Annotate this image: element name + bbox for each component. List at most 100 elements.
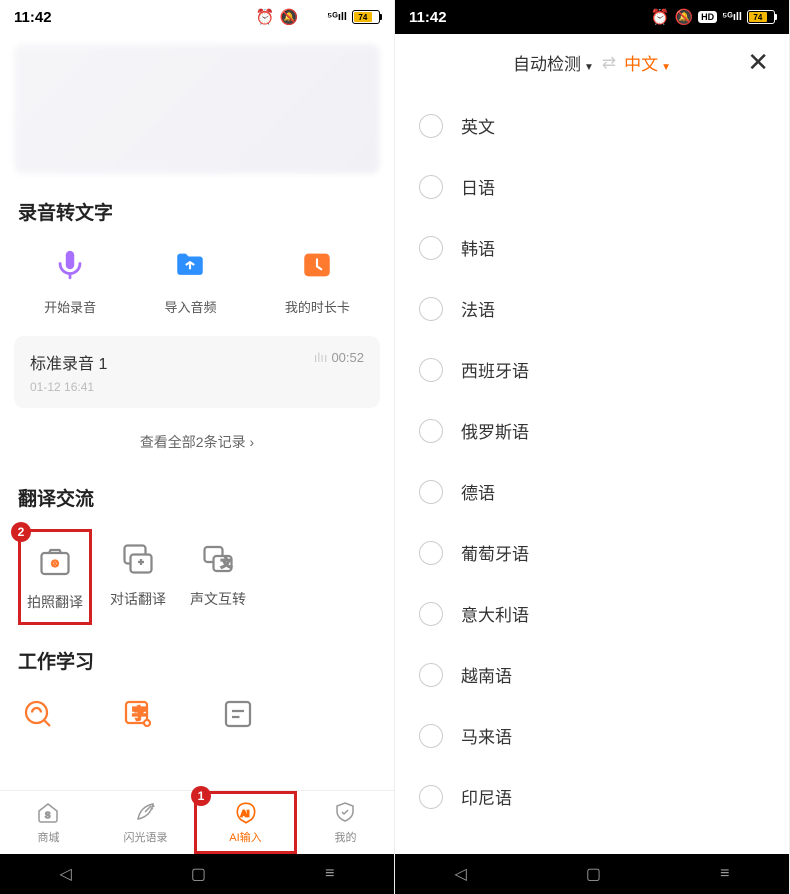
language-option[interactable]: 法语	[395, 278, 789, 339]
tab-mine-label: 我的	[335, 829, 357, 845]
radio-icon	[419, 785, 443, 809]
language-option[interactable]: 俄罗斯语	[395, 400, 789, 461]
start-record-label: 开始录音	[44, 297, 96, 316]
alarm-icon: ⏰	[256, 8, 275, 26]
radio-icon	[419, 602, 443, 626]
work-icon-1[interactable]	[18, 694, 58, 734]
recent-icon[interactable]: ≡	[720, 865, 729, 883]
language-option[interactable]: 德语	[395, 461, 789, 522]
radio-icon	[419, 480, 443, 504]
status-time: 11:42	[14, 9, 52, 26]
home-icon[interactable]: ▢	[586, 864, 601, 884]
record-actions: 开始录音 导入音频 我的时长卡	[0, 235, 394, 330]
tab-mall[interactable]: S 商城	[0, 791, 97, 854]
language-option[interactable]: 韩语	[395, 217, 789, 278]
to-language-selector[interactable]: 中文▼	[624, 50, 671, 75]
battery-icon: 74	[747, 10, 775, 24]
caret-down-icon: ▼	[584, 62, 594, 73]
recording-title: 标准录音 1	[30, 350, 107, 374]
ai-icon: AI	[233, 800, 259, 826]
language-option[interactable]: 葡萄牙语	[395, 522, 789, 583]
system-nav-bar: ◁ ▢ ≡	[0, 854, 394, 894]
section-work-title: 工作学习	[0, 633, 394, 684]
alarm-icon: ⏰	[651, 8, 670, 26]
tab-flash-label: 闪光语录	[124, 829, 168, 845]
dialogue-translate-label: 对话翻译	[110, 589, 166, 609]
tab-ai-label: AI输入	[229, 829, 261, 845]
badge-2: 2	[11, 522, 31, 542]
left-screen: 11:42 ⏰ 🔕 HD ⁵ᴳıll 74 录音转文字 开始录音 导入音频	[0, 0, 395, 894]
wave-icon: ılıı	[314, 350, 328, 365]
radio-icon	[419, 541, 443, 565]
sound-text-icon: 文	[198, 539, 238, 579]
status-bar: 11:42 ⏰ 🔕 HD ⁵ᴳıll 74	[0, 0, 394, 34]
tab-mall-label: 商城	[38, 829, 60, 845]
mall-icon: S	[36, 800, 62, 826]
sound-text-button[interactable]: 文 声文互转	[184, 529, 252, 625]
radio-icon	[419, 663, 443, 687]
tab-flash[interactable]: 闪光语录	[97, 791, 194, 854]
hd-badge: HD	[698, 11, 717, 23]
back-icon[interactable]: ◁	[60, 864, 72, 884]
from-language-selector[interactable]: 自动检测▼	[513, 50, 594, 75]
my-card-button[interactable]: 我的时长卡	[285, 243, 350, 316]
clock-card-icon	[295, 243, 339, 287]
dialogue-icon	[118, 539, 158, 579]
camera-translate-icon	[35, 542, 75, 582]
language-header: 自动检测▼ ⇄ 中文▼ ✕	[395, 34, 789, 91]
feather-icon	[133, 800, 159, 826]
translate-features: 2 拍照翻译 对话翻译 文 声文互转	[0, 521, 394, 633]
language-option[interactable]: 越南语	[395, 644, 789, 705]
radio-icon	[419, 297, 443, 321]
radio-icon	[419, 419, 443, 443]
radio-icon	[419, 175, 443, 199]
svg-text:文: 文	[221, 557, 232, 570]
folder-icon	[168, 243, 212, 287]
swap-icon[interactable]: ⇄	[602, 53, 616, 73]
caret-down-icon: ▼	[661, 62, 671, 73]
section-record-title: 录音转文字	[0, 184, 394, 235]
language-option[interactable]: 意大利语	[395, 583, 789, 644]
banner-image[interactable]	[14, 44, 380, 174]
photo-translate-button[interactable]: 2 拍照翻译	[18, 529, 92, 625]
shield-icon	[333, 800, 359, 826]
signal-icon: ⁵ᴳıll	[722, 11, 742, 23]
language-option[interactable]: 马来语	[395, 705, 789, 766]
hd-badge: HD	[303, 11, 322, 23]
mute-icon: 🔕	[674, 8, 693, 26]
section-translate-title: 翻译交流	[0, 470, 394, 521]
dialogue-translate-button[interactable]: 对话翻译	[104, 529, 172, 625]
language-option[interactable]: 印尼语	[395, 766, 789, 827]
photo-translate-label: 拍照翻译	[27, 592, 83, 612]
mute-icon: 🔕	[279, 8, 298, 26]
language-list: 英文 日语 韩语 法语 西班牙语 俄罗斯语 德语 葡萄牙语 意大利语 越南语 马…	[395, 91, 789, 831]
chevron-right-icon: ›	[250, 434, 255, 450]
radio-icon	[419, 114, 443, 138]
work-icon-2[interactable]: 字	[118, 694, 158, 734]
svg-text:AI: AI	[240, 808, 249, 818]
tab-mine[interactable]: 我的	[297, 791, 394, 854]
back-icon[interactable]: ◁	[455, 864, 467, 884]
svg-text:S: S	[45, 811, 50, 820]
recording-duration: ılıı 00:52	[314, 350, 364, 365]
home-icon[interactable]: ▢	[191, 864, 206, 884]
battery-icon: 74	[352, 10, 380, 24]
language-option[interactable]: 西班牙语	[395, 339, 789, 400]
tab-ai-input[interactable]: 1 AI AI输入	[194, 791, 297, 854]
radio-icon	[419, 724, 443, 748]
import-audio-button[interactable]: 导入音频	[164, 243, 216, 316]
my-card-label: 我的时长卡	[285, 297, 350, 316]
recording-item[interactable]: 标准录音 1 01-12 16:41 ılıı 00:52	[14, 336, 380, 408]
close-icon[interactable]: ✕	[747, 47, 769, 78]
work-icon-3[interactable]	[218, 694, 258, 734]
language-option[interactable]: 日语	[395, 156, 789, 217]
work-features: 字	[0, 684, 394, 734]
badge-1: 1	[191, 786, 211, 806]
start-record-button[interactable]: 开始录音	[44, 243, 96, 316]
recent-icon[interactable]: ≡	[325, 865, 334, 883]
view-all-link[interactable]: 查看全部2条记录 ›	[0, 414, 394, 470]
import-audio-label: 导入音频	[164, 297, 216, 316]
language-option[interactable]: 英文	[395, 95, 789, 156]
sound-text-label: 声文互转	[190, 589, 246, 609]
signal-icon: ⁵ᴳıll	[327, 11, 347, 23]
